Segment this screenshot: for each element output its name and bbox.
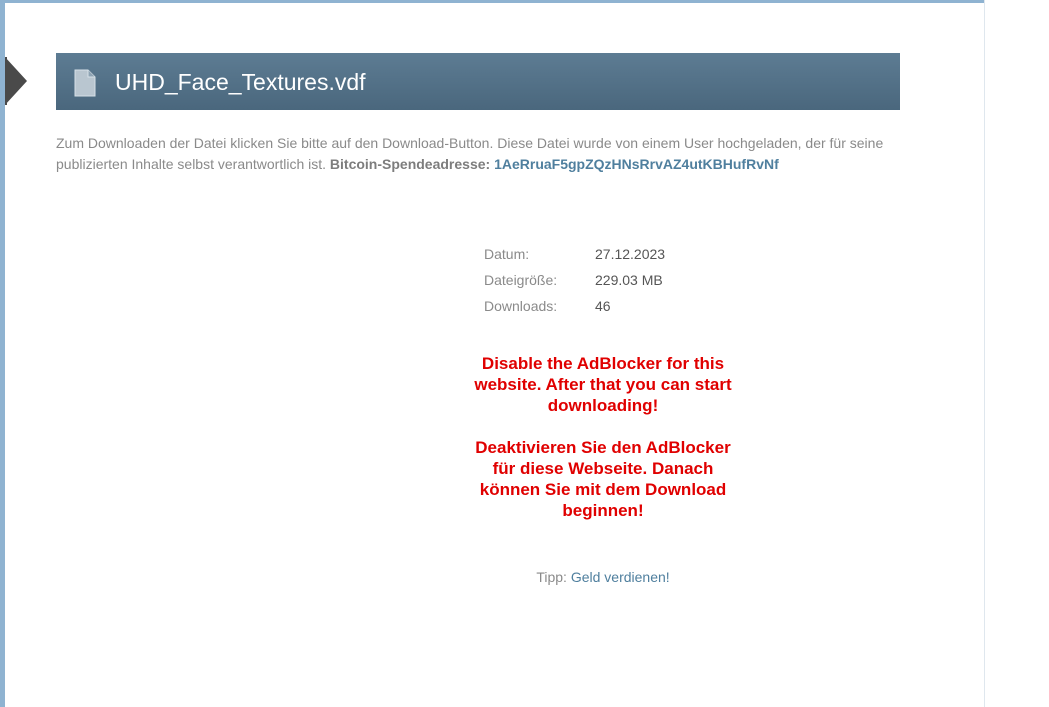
info-value: 229.03 MB (595, 272, 663, 288)
side-arrow-tab (5, 57, 27, 105)
warning-german: Deaktivieren Sie den AdBlocker für diese… (475, 438, 731, 520)
file-info-table: Datum: 27.12.2023 Dateigröße: 229.03 MB … (484, 241, 665, 319)
info-value: 27.12.2023 (595, 246, 666, 262)
right-strip (984, 0, 1049, 707)
info-row-size: Dateigröße: 229.03 MB (484, 267, 665, 293)
file-name-title: UHD_Face_Textures.vdf (115, 69, 366, 95)
document-icon (74, 69, 96, 97)
info-label: Downloads: (484, 298, 558, 314)
adblocker-warning: Disable the AdBlocker for this website. … (474, 353, 732, 521)
file-title-bar: UHD_Face_Textures.vdf (56, 53, 900, 110)
info-label: Dateigröße: (484, 272, 558, 288)
info-row-date: Datum: 27.12.2023 (484, 241, 665, 267)
bitcoin-address[interactable]: 1AeRruaF5gpZQzHNsRrvAZ4utKBHufRvNf (494, 156, 779, 172)
info-value: 46 (595, 298, 611, 314)
info-row-downloads: Downloads: 46 (484, 293, 665, 319)
warning-english: Disable the AdBlocker for this website. … (474, 354, 732, 415)
tip-line: Tipp: Geld verdienen! (474, 567, 732, 587)
info-label: Datum: (484, 246, 530, 262)
earn-money-link[interactable]: Geld verdienen! (571, 569, 670, 585)
bitcoin-label: Bitcoin-Spendeadresse: (329, 156, 491, 172)
tip-label: Tipp: (536, 569, 567, 585)
download-intro-text: Zum Downloaden der Datei klicken Sie bit… (56, 133, 906, 175)
